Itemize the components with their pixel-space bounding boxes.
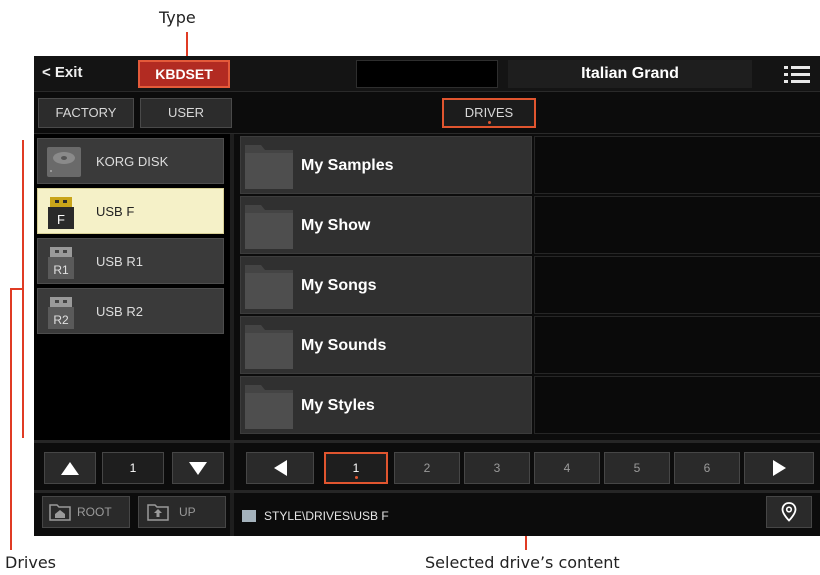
page-button-3[interactable]: 3 (464, 452, 530, 484)
content-annotation: Selected drive’s content (425, 553, 620, 572)
tab-drives[interactable]: DRIVES (442, 98, 536, 128)
folder-item[interactable]: My Styles (240, 376, 532, 434)
folder-name: My Samples (301, 157, 394, 174)
current-path: STYLE\DRIVES\USB F (264, 509, 389, 523)
arrow-left-icon (273, 460, 287, 476)
arrow-up-icon (61, 462, 79, 475)
usb-f-icon-label: F (57, 212, 65, 227)
usb-drive-icon: R1 (48, 247, 74, 279)
drive-label: KORG DISK (96, 154, 169, 169)
content-grid: My Samples My Show My Songs My Sounds My… (240, 136, 820, 438)
hamburger-menu-icon[interactable] (784, 65, 810, 85)
device-screen: < Exit KBDSET Italian Grand FACTORY USER… (34, 56, 820, 536)
root-label: ROOT (77, 505, 112, 519)
drive-item-usb-f[interactable]: F USB F (37, 188, 224, 234)
usb-r1-icon-label: R1 (53, 263, 69, 277)
empty-cell (534, 256, 820, 314)
empty-cell (534, 376, 820, 434)
up-button[interactable]: UP (138, 496, 226, 528)
folder-name: My Show (301, 217, 371, 234)
folder-icon (245, 205, 293, 249)
page-selected-dot (355, 476, 358, 479)
drive-scroll-up-button[interactable] (44, 452, 96, 484)
disk-icon (47, 147, 81, 177)
page-button-4[interactable]: 4 (534, 452, 600, 484)
page-button-1[interactable]: 1 (324, 452, 388, 484)
drive-item-korg-disk[interactable]: KORG DISK (37, 138, 224, 184)
drive-label: USB R1 (96, 254, 143, 269)
type-annotation: Type (159, 8, 196, 27)
content-divider (34, 440, 820, 443)
drive-page-indicator: 1 (102, 452, 164, 484)
drives-callout-line (10, 288, 12, 550)
page-button-2[interactable]: 2 (394, 452, 460, 484)
drive-item-usb-r2[interactable]: R2 USB R2 (37, 288, 224, 334)
usb-drive-icon: F (48, 197, 74, 229)
exit-button[interactable]: < Exit (42, 64, 82, 81)
empty-cell (534, 136, 820, 194)
drives-bracket-line (22, 140, 24, 438)
empty-field (356, 60, 498, 88)
arrow-right-icon (772, 460, 786, 476)
kbdset-type-button[interactable]: KBDSET (138, 60, 230, 88)
page-button-5[interactable]: 5 (604, 452, 670, 484)
folder-name: My Styles (301, 397, 375, 414)
folder-home-icon (49, 504, 71, 521)
usb-drive-icon: R2 (48, 297, 74, 329)
drive-list: KORG DISK F USB F R1 USB R1 R2 USB R2 (34, 134, 230, 440)
folder-item[interactable]: My Sounds (240, 316, 532, 374)
arrow-down-icon (189, 462, 207, 475)
location-button[interactable] (766, 496, 812, 528)
usb-r2-icon-label: R2 (53, 313, 69, 327)
folder-name: My Songs (301, 277, 377, 294)
tab-drives-label: DRIVES (464, 105, 514, 120)
top-bar: < Exit KBDSET Italian Grand (34, 56, 820, 92)
up-label: UP (179, 505, 196, 519)
folder-icon (245, 265, 293, 309)
folder-item[interactable]: My Songs (240, 256, 532, 314)
folder-item[interactable]: My Show (240, 196, 532, 254)
empty-cell (534, 196, 820, 254)
bottom-divider (34, 490, 820, 493)
page-prev-button[interactable] (246, 452, 314, 484)
panel-divider (230, 134, 234, 536)
drive-label: USB R2 (96, 304, 143, 319)
tab-user[interactable]: USER (140, 98, 232, 128)
folder-up-icon (147, 504, 169, 521)
page-button-6[interactable]: 6 (674, 452, 740, 484)
folder-icon (245, 145, 293, 189)
drive-item-usb-r1[interactable]: R1 USB R1 (37, 238, 224, 284)
drive-scroll-down-button[interactable] (172, 452, 224, 484)
root-button[interactable]: ROOT (42, 496, 130, 528)
page-next-button[interactable] (744, 452, 814, 484)
folder-item[interactable]: My Samples (240, 136, 532, 194)
folder-icon (245, 325, 293, 369)
folder-icon (242, 510, 256, 522)
page-label: 1 (352, 461, 360, 475)
tab-factory[interactable]: FACTORY (38, 98, 134, 128)
tab-row: FACTORY USER DRIVES (34, 94, 820, 134)
path-bar: STYLE\DRIVES\USB F (242, 501, 762, 531)
sound-name-display[interactable]: Italian Grand (508, 60, 752, 88)
folder-icon (245, 385, 293, 429)
tab-selected-dot (488, 121, 491, 124)
drive-label: USB F (96, 204, 135, 219)
folder-name: My Sounds (301, 337, 387, 354)
map-pin-icon (781, 502, 797, 522)
empty-cell (534, 316, 820, 374)
drives-annotation: Drives (5, 553, 56, 572)
